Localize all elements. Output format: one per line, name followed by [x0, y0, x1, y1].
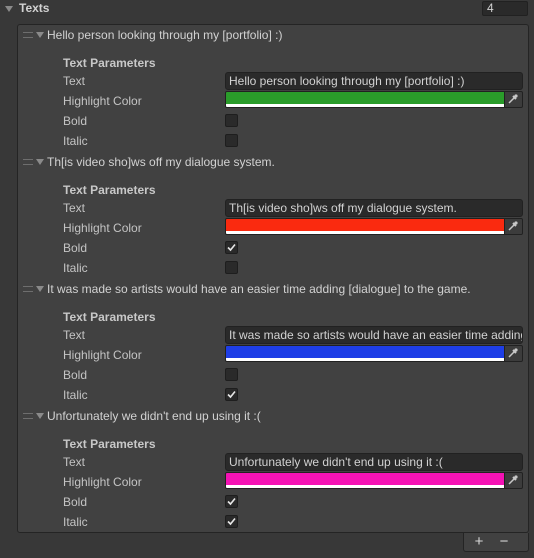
italic-label: Italic: [63, 388, 88, 402]
text-parameters-header: Text Parameters: [63, 56, 156, 70]
highlight-color-field[interactable]: [225, 218, 523, 235]
highlight-color-field[interactable]: [225, 91, 523, 108]
element-foldout-arrow-icon[interactable]: [36, 159, 44, 165]
color-swatch[interactable]: [226, 92, 505, 104]
checkmark-icon: [227, 517, 236, 526]
alpha-bar: [226, 231, 505, 234]
text-input[interactable]: Unfortunately we didn't end up using it …: [225, 453, 523, 471]
italic-checkbox[interactable]: [225, 134, 238, 147]
remove-element-button[interactable]: −: [494, 533, 514, 551]
italic-label: Italic: [63, 515, 88, 529]
drag-handle-icon[interactable]: [23, 32, 33, 38]
array-size-field[interactable]: 4: [482, 1, 528, 16]
italic-checkbox[interactable]: [225, 388, 238, 401]
text-parameters-header: Text Parameters: [63, 437, 156, 451]
highlight-color-field[interactable]: [225, 345, 523, 362]
eyedropper-icon[interactable]: [504, 346, 522, 361]
drag-handle-icon[interactable]: [23, 286, 33, 292]
text-label: Text: [63, 74, 86, 88]
italic-label: Italic: [63, 261, 88, 275]
texts-reorderable-list: Hello person looking through my [portfol…: [17, 24, 529, 533]
foldout-arrow-icon[interactable]: [5, 6, 13, 12]
text-input[interactable]: Th[is video sho]ws off my dialogue syste…: [225, 199, 523, 217]
text-parameters-header: Text Parameters: [63, 183, 156, 197]
text-input[interactable]: Hello person looking through my [portfol…: [225, 72, 523, 90]
bold-label: Bold: [63, 368, 88, 382]
text-label: Text: [63, 201, 86, 215]
element-foldout-arrow-icon[interactable]: [36, 286, 44, 292]
bold-checkbox[interactable]: [225, 495, 238, 508]
element-foldout-arrow-icon[interactable]: [36, 413, 44, 419]
checkmark-icon: [227, 243, 236, 252]
highlight-color-label: Highlight Color: [63, 475, 142, 489]
alpha-bar: [226, 485, 505, 488]
texts-label: Texts: [19, 1, 50, 15]
element-title[interactable]: Hello person looking through my [portfol…: [47, 28, 282, 42]
highlight-color-label: Highlight Color: [63, 221, 142, 235]
eyedropper-icon[interactable]: [504, 473, 522, 488]
text-parameters-header: Text Parameters: [63, 310, 156, 324]
highlight-color-field[interactable]: [225, 472, 523, 489]
color-swatch[interactable]: [226, 219, 505, 231]
drag-handle-icon[interactable]: [23, 159, 33, 165]
italic-checkbox[interactable]: [225, 261, 238, 274]
color-swatch[interactable]: [226, 473, 505, 485]
list-element: It was made so artists would have an eas…: [18, 279, 528, 406]
list-element: Unfortunately we didn't end up using it …: [18, 406, 528, 533]
element-foldout-arrow-icon[interactable]: [36, 32, 44, 38]
texts-foldout-header[interactable]: Texts 4: [0, 0, 534, 17]
color-swatch[interactable]: [226, 346, 505, 358]
alpha-bar: [226, 358, 505, 361]
highlight-color-label: Highlight Color: [63, 94, 142, 108]
element-title[interactable]: Unfortunately we didn't end up using it …: [47, 409, 261, 423]
add-element-button[interactable]: +: [469, 533, 489, 551]
bold-checkbox[interactable]: [225, 114, 238, 127]
italic-label: Italic: [63, 134, 88, 148]
eyedropper-icon[interactable]: [504, 219, 522, 234]
text-label: Text: [63, 455, 86, 469]
checkmark-icon: [227, 497, 236, 506]
element-title[interactable]: It was made so artists would have an eas…: [47, 282, 471, 296]
list-footer: + −: [463, 533, 529, 552]
bold-label: Bold: [63, 495, 88, 509]
bold-checkbox[interactable]: [225, 368, 238, 381]
drag-handle-icon[interactable]: [23, 413, 33, 419]
list-element: Hello person looking through my [portfol…: [18, 25, 528, 152]
checkmark-icon: [227, 390, 236, 399]
alpha-bar: [226, 104, 505, 107]
text-label: Text: [63, 328, 86, 342]
bold-checkbox[interactable]: [225, 241, 238, 254]
bold-label: Bold: [63, 114, 88, 128]
highlight-color-label: Highlight Color: [63, 348, 142, 362]
element-title[interactable]: Th[is video sho]ws off my dialogue syste…: [47, 155, 275, 169]
list-element: Th[is video sho]ws off my dialogue syste…: [18, 152, 528, 279]
eyedropper-icon[interactable]: [504, 92, 522, 107]
bold-label: Bold: [63, 241, 88, 255]
text-input[interactable]: It was made so artists would have an eas…: [225, 326, 523, 344]
italic-checkbox[interactable]: [225, 515, 238, 528]
